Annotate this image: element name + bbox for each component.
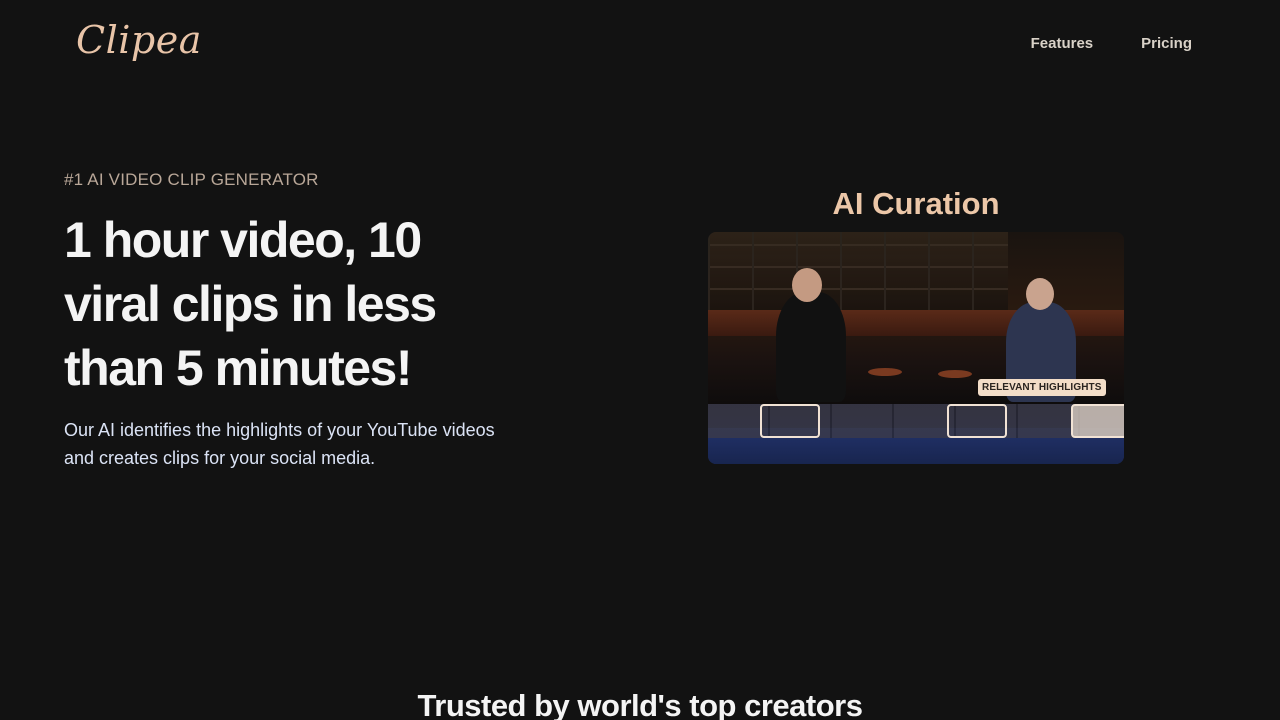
video-person-right-head: [1026, 278, 1054, 310]
video-table-left: [868, 368, 902, 376]
relevant-highlights-badge: RELEVANT HIGHLIGHTS: [978, 379, 1106, 396]
video-person-left: [776, 292, 846, 402]
nav-link-pricing[interactable]: Pricing: [1141, 35, 1192, 52]
hero-subtext: Our AI identifies the highlights of your…: [64, 420, 495, 468]
demo-title: AI Curation: [832, 186, 1000, 221]
demo-video[interactable]: RELEVANT HIGHLIGHTS: [708, 232, 1124, 464]
highlight-frame: [947, 404, 1007, 438]
video-table-right: [938, 370, 972, 378]
hero-headline: 1 hour video, 10 viral clips in less tha…: [64, 212, 437, 396]
top-nav: Features Pricing: [1031, 35, 1192, 52]
highlight-frame: [760, 404, 820, 438]
video-person-left-head: [792, 268, 822, 302]
nav-link-features[interactable]: Features: [1031, 35, 1094, 52]
hero-eyebrow: #1 AI VIDEO CLIP GENERATOR: [64, 170, 319, 189]
video-backdrop: [708, 232, 1008, 312]
trusted-heading: Trusted by world's top creators: [417, 688, 863, 720]
highlight-frame: [1071, 404, 1124, 438]
brand-logo[interactable]: Clipea: [76, 18, 202, 62]
